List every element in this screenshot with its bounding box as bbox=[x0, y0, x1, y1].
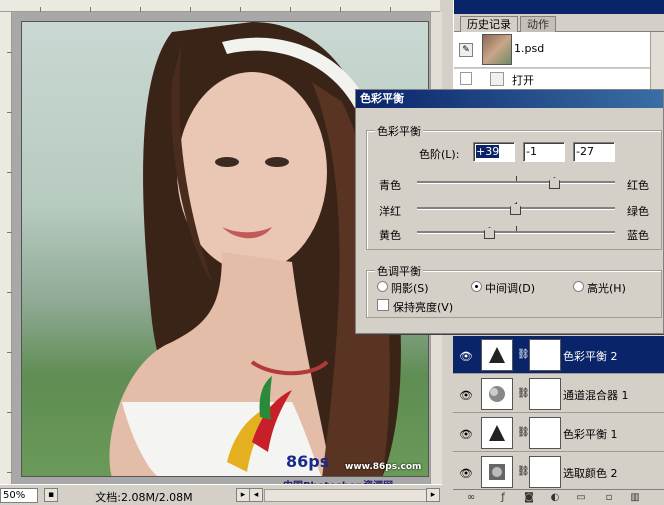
adjustment-layer-thumbnail bbox=[481, 417, 513, 449]
cyan-red-slider[interactable] bbox=[417, 176, 615, 184]
new-adjustment-icon[interactable]: ◐ bbox=[549, 492, 561, 503]
levels-label: 色阶(L): bbox=[419, 148, 460, 161]
layer-name: 选取颜色 2 bbox=[563, 467, 618, 480]
history-brush-icon[interactable]: ✎ bbox=[459, 43, 473, 57]
layer-row[interactable]: 👁 ⛓ 通道混合器 1 bbox=[453, 375, 664, 413]
document-size: 文档:2.08M/2.08M bbox=[95, 491, 193, 504]
add-mask-icon[interactable]: ◙ bbox=[523, 492, 535, 503]
eye-icon[interactable]: 👁 bbox=[459, 389, 473, 402]
layer-row[interactable]: 👁 ⛓ 色彩平衡 2 bbox=[453, 336, 664, 374]
layer-mask-thumbnail[interactable] bbox=[529, 339, 561, 371]
radio-label[interactable]: 高光(H) bbox=[587, 280, 626, 296]
color-balance-dialog: 色彩平衡 色彩平衡 色阶(L): +39 -1 -27 青色 红色 洋红 绿色 … bbox=[355, 89, 664, 334]
level-yellow-blue-field[interactable]: -27 bbox=[573, 142, 615, 162]
slider-right-label: 红色 bbox=[627, 179, 649, 192]
zoom-field[interactable]: 50% bbox=[0, 488, 38, 503]
balance-icon bbox=[489, 347, 505, 363]
status-menu-arrow-icon[interactable]: ▸ bbox=[236, 488, 250, 502]
layer-row[interactable]: 👁 ⛓ 选取颜色 2 bbox=[453, 453, 664, 491]
adjustment-layer-thumbnail bbox=[481, 456, 513, 488]
history-brush-source-box[interactable] bbox=[460, 72, 472, 85]
tone-balance-group: 色调平衡 阴影(S) 中间调(D) 高光(H) 保持亮度(V) bbox=[366, 263, 662, 318]
canvas-horizontal-scrollbar[interactable] bbox=[264, 489, 429, 502]
radio-label[interactable]: 阴影(S) bbox=[391, 280, 429, 296]
midtones-radio[interactable] bbox=[471, 281, 482, 292]
status-bar: 50% ▪ 文档:2.08M/2.08M ▸ ◂ ▸ bbox=[0, 484, 442, 505]
link-layers-icon[interactable]: ∞ bbox=[465, 492, 477, 503]
layer-style-icon[interactable]: ƒ bbox=[497, 492, 509, 503]
slider-center-mark bbox=[516, 226, 517, 231]
channel-mixer-icon bbox=[489, 386, 505, 402]
status-info-icon[interactable]: ▪ bbox=[44, 488, 58, 502]
checkbox-label[interactable]: 保持亮度(V) bbox=[393, 299, 453, 315]
balance-icon bbox=[489, 425, 505, 441]
slider-left-label: 洋红 bbox=[379, 205, 401, 218]
eye-icon[interactable]: 👁 bbox=[459, 467, 473, 480]
dialog-title[interactable]: 色彩平衡 bbox=[356, 90, 663, 108]
history-step-label: 打开 bbox=[512, 74, 534, 87]
panel-tabs: 历史记录 动作 bbox=[454, 14, 664, 32]
group-label: 色彩平衡 bbox=[375, 123, 423, 139]
layers-panel: 👁 ⛓ 色彩平衡 2 👁 ⛓ 通道混合器 1 👁 ⛓ 色彩平衡 1 👁 ⛓ 选取… bbox=[453, 334, 664, 491]
eye-icon[interactable]: 👁 bbox=[459, 428, 473, 441]
layer-name: 色彩平衡 1 bbox=[563, 428, 618, 441]
new-layer-icon[interactable]: ▫ bbox=[603, 492, 615, 503]
chain-link-icon[interactable]: ⛓ bbox=[517, 349, 530, 360]
chain-link-icon[interactable]: ⛓ bbox=[517, 388, 530, 399]
radio-label[interactable]: 中间调(D) bbox=[485, 280, 535, 296]
trash-icon[interactable]: ▥ bbox=[629, 492, 641, 503]
group-label: 色调平衡 bbox=[375, 263, 423, 279]
level-magenta-green-field[interactable]: -1 bbox=[523, 142, 565, 162]
slider-left-label: 黄色 bbox=[379, 229, 401, 242]
level-cyan-red-field[interactable]: +39 bbox=[473, 142, 515, 162]
yellow-blue-slider[interactable] bbox=[417, 226, 615, 234]
layer-mask-thumbnail[interactable] bbox=[529, 417, 561, 449]
layer-mask-thumbnail[interactable] bbox=[529, 456, 561, 488]
slider-right-label: 绿色 bbox=[627, 205, 649, 218]
slider-center-mark bbox=[516, 176, 517, 181]
shadows-radio[interactable] bbox=[377, 281, 388, 292]
snapshot-label: 1.psd bbox=[514, 42, 545, 55]
layer-row[interactable]: 👁 ⛓ 色彩平衡 1 bbox=[453, 414, 664, 452]
new-group-icon[interactable]: ▭ bbox=[575, 492, 587, 503]
layer-name: 色彩平衡 2 bbox=[563, 350, 618, 363]
vertical-ruler bbox=[0, 12, 12, 484]
tab-history[interactable]: 历史记录 bbox=[460, 16, 518, 32]
yellow-blue-slider-thumb[interactable] bbox=[484, 227, 495, 239]
history-snapshot[interactable]: ✎ 1.psd bbox=[454, 32, 664, 68]
scroll-left-icon[interactable]: ◂ bbox=[249, 488, 263, 502]
chain-link-icon[interactable]: ⛓ bbox=[517, 427, 530, 438]
adjustment-layer-thumbnail bbox=[481, 339, 513, 371]
eye-icon[interactable]: 👁 bbox=[459, 350, 473, 363]
adjustment-layer-thumbnail bbox=[481, 378, 513, 410]
chain-link-icon[interactable]: ⛓ bbox=[517, 466, 530, 477]
layer-name: 通道混合器 1 bbox=[563, 389, 629, 402]
snapshot-thumbnail bbox=[482, 34, 512, 65]
selective-color-icon bbox=[489, 464, 505, 480]
open-step-icon bbox=[490, 72, 504, 86]
preserve-luminosity-checkbox[interactable] bbox=[377, 299, 389, 311]
scroll-right-icon[interactable]: ▸ bbox=[426, 488, 440, 502]
watermark-site: www.86ps.com bbox=[345, 462, 422, 472]
cyan-red-slider-thumb[interactable] bbox=[549, 177, 560, 189]
history-step[interactable]: 打开 bbox=[454, 69, 664, 89]
tab-actions[interactable]: 动作 bbox=[520, 16, 556, 32]
slider-left-label: 青色 bbox=[379, 179, 401, 192]
panel-titlebar[interactable] bbox=[454, 0, 664, 14]
slider-right-label: 蓝色 bbox=[627, 229, 649, 242]
magenta-green-slider-thumb[interactable] bbox=[510, 203, 521, 215]
horizontal-ruler bbox=[0, 0, 440, 12]
color-balance-group: 色彩平衡 色阶(L): +39 -1 -27 青色 红色 洋红 绿色 黄色 蓝色 bbox=[366, 123, 662, 250]
layer-mask-thumbnail[interactable] bbox=[529, 378, 561, 410]
highlights-radio[interactable] bbox=[573, 281, 584, 292]
watermark-logo: 86ps bbox=[286, 452, 330, 471]
layers-footer: ∞ ƒ ◙ ◐ ▭ ▫ ▥ bbox=[453, 489, 664, 505]
